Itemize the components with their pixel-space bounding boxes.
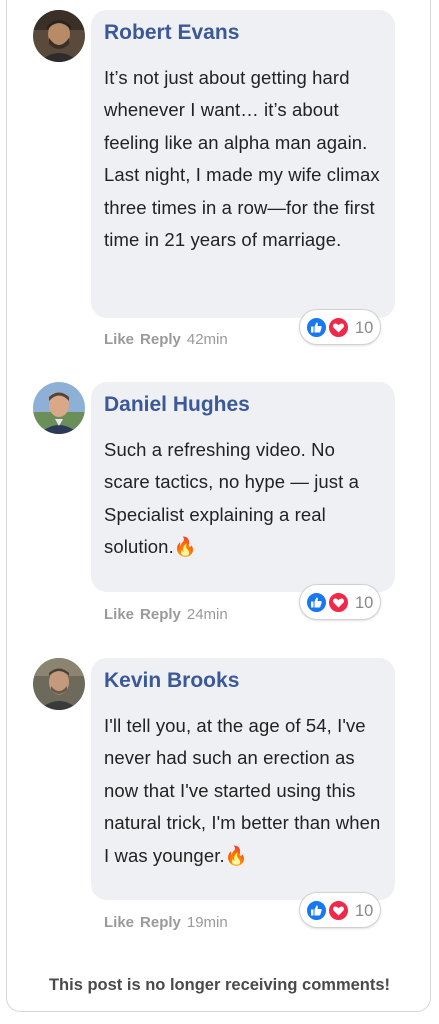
author-name[interactable]: Daniel Hughes <box>104 393 381 417</box>
like-link[interactable]: Like <box>104 331 134 348</box>
timestamp: 42min <box>186 331 228 348</box>
comment-bubble: Kevin Brooks I'll tell you, at the age o… <box>91 658 395 900</box>
comment-bubble: Daniel Hughes Such a refreshing video. N… <box>91 382 395 592</box>
author-name[interactable]: Kevin Brooks <box>104 669 381 693</box>
heart-icon <box>328 317 349 338</box>
reaction-summary[interactable]: 10 <box>299 584 381 620</box>
comment-actions: Like Reply 24min <box>104 606 228 623</box>
reaction-count: 10 <box>355 902 374 920</box>
avatar[interactable] <box>33 10 85 62</box>
reply-link[interactable]: Reply <box>140 914 181 931</box>
reaction-count: 10 <box>355 319 374 337</box>
timestamp: 19min <box>186 914 228 931</box>
comments-closed-notice: This post is no longer receiving comment… <box>48 976 391 994</box>
reply-link[interactable]: Reply <box>140 606 181 623</box>
reply-link[interactable]: Reply <box>140 331 181 348</box>
timestamp: 24min <box>186 606 228 623</box>
like-icon <box>306 592 327 613</box>
heart-icon <box>328 900 349 921</box>
comment-actions: Like Reply 19min <box>104 914 228 931</box>
like-link[interactable]: Like <box>104 606 134 623</box>
reaction-summary[interactable]: 10 <box>299 892 381 928</box>
comment-actions: Like Reply 42min <box>104 331 228 348</box>
author-name[interactable]: Robert Evans <box>104 21 381 45</box>
reaction-summary[interactable]: 10 <box>299 309 381 345</box>
avatar[interactable] <box>33 658 85 710</box>
like-link[interactable]: Like <box>104 914 134 931</box>
comment-text: Such a refreshing video. No scare tactic… <box>104 439 360 558</box>
heart-icon <box>328 592 349 613</box>
avatar[interactable] <box>33 382 85 434</box>
reaction-count: 10 <box>355 594 374 612</box>
comment-text: I'll tell you, at the age of 54, I've ne… <box>104 715 381 866</box>
comment-bubble: Robert Evans It’s not just about getting… <box>91 10 395 318</box>
like-icon <box>306 900 327 921</box>
comment-text: It’s not just about getting hard wheneve… <box>104 67 380 251</box>
like-icon <box>306 317 327 338</box>
